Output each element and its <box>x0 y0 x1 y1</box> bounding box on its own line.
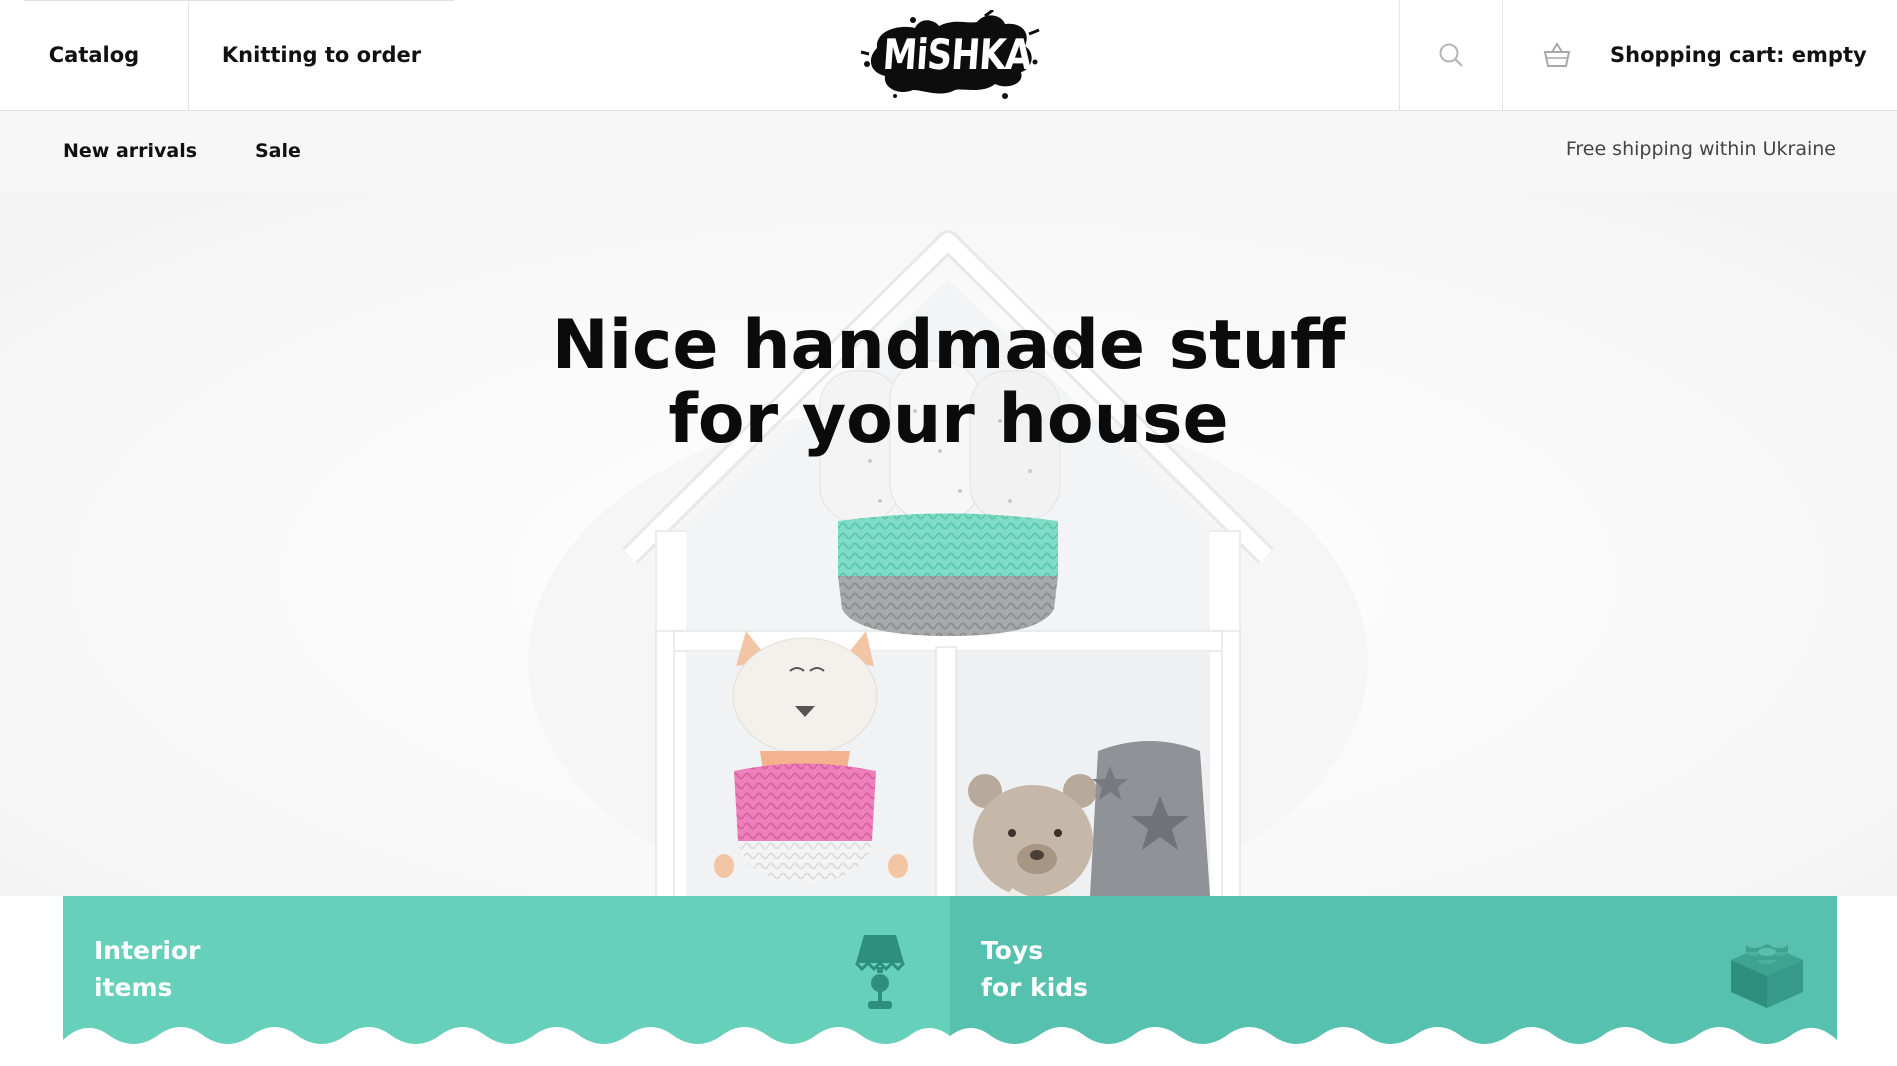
site-logo[interactable]: MiSHKA <box>855 8 1043 102</box>
category-toys-line-2: for kids <box>981 973 1089 1002</box>
building-block-icon <box>1731 940 1803 1008</box>
hero-banner: Nice handmade stuff for your house <box>0 191 1897 896</box>
tile-wave-edge <box>950 1027 1837 1044</box>
logo-text: MiSHKA <box>881 30 1033 79</box>
nav-catalog-label: Catalog <box>48 43 140 67</box>
nav-knitting-to-order[interactable]: Knitting to order <box>189 0 454 110</box>
basket-icon <box>1543 42 1571 67</box>
search-button[interactable] <box>1399 0 1503 110</box>
tile-wave-edge <box>63 1027 950 1044</box>
category-interior-items[interactable]: Interior items <box>63 896 950 1044</box>
category-interior-label: Interior items <box>94 932 200 1006</box>
category-tiles: Interior items Toys for kids <box>63 896 1837 1044</box>
cart-button[interactable]: Shopping cart: empty <box>1503 0 1897 110</box>
category-interior-line-2: items <box>94 973 173 1002</box>
sub-navigation: New arrivals Sale Free shipping within U… <box>0 111 1897 191</box>
cart-status: Shopping cart: empty <box>1610 43 1867 67</box>
site-header: Catalog Knitting to order MiSHKA Shoppin… <box>0 0 1897 111</box>
category-toys-for-kids[interactable]: Toys for kids <box>950 896 1837 1044</box>
search-icon <box>1439 43 1463 67</box>
category-toys-label: Toys for kids <box>981 932 1088 1006</box>
hero-title-line-1: Nice handmade stuff <box>551 306 1346 385</box>
hero-title: Nice handmade stuff for your house <box>0 309 1897 457</box>
category-toys-line-1: Toys <box>981 936 1044 965</box>
nav-knitting-label: Knitting to order <box>221 43 422 67</box>
subnav-sale[interactable]: Sale <box>255 140 301 162</box>
hero-title-line-2: for your house <box>668 380 1229 459</box>
subnav-new-arrivals[interactable]: New arrivals <box>63 140 197 162</box>
free-shipping-note: Free shipping within Ukraine <box>1565 138 1836 160</box>
lamp-icon <box>854 935 906 1009</box>
category-interior-line-1: Interior <box>94 936 201 965</box>
nav-catalog[interactable]: Catalog <box>0 0 189 110</box>
hero-image-house-shelf <box>528 230 1368 896</box>
